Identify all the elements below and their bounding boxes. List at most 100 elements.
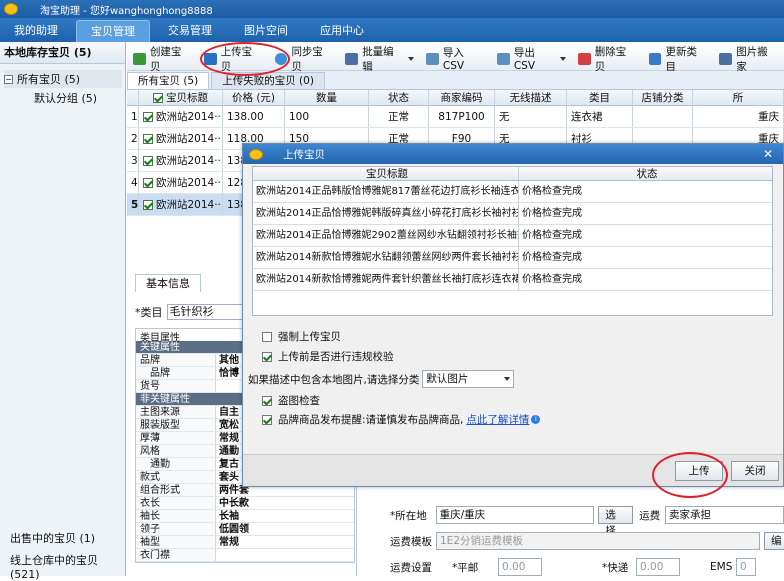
row-number: 5 xyxy=(127,194,139,215)
row-title-cell[interactable]: 欧洲站2014··· xyxy=(139,194,223,215)
table-row[interactable]: 1 欧洲站2014··· 138.00 100 正常 817P100 无 连衣裙… xyxy=(127,106,784,128)
nav-tab-trade[interactable]: 交易管理 xyxy=(154,20,226,42)
col-status: 状态 xyxy=(636,168,658,180)
theft-check-checkbox[interactable] xyxy=(262,395,272,406)
category-row: *类目 毛针织衫 xyxy=(135,304,247,320)
grid-header-location[interactable]: 所 xyxy=(693,90,784,105)
force-upload-checkbox[interactable] xyxy=(262,331,272,342)
grid-header-status[interactable]: 状态 xyxy=(369,90,429,105)
template-select[interactable]: 1E2分销运费模板 xyxy=(436,532,760,550)
warehouse-items-link[interactable]: 线上仓库中的宝贝 (521) xyxy=(10,552,125,581)
attr-row[interactable]: 衣门襟 xyxy=(136,549,354,562)
sold-items-link[interactable]: 出售中的宝贝 (1) xyxy=(10,530,95,546)
collapse-icon[interactable]: − xyxy=(4,74,13,84)
col-title: 宝贝标题 xyxy=(253,167,519,180)
row-checkbox[interactable] xyxy=(143,112,153,122)
grid-header-code[interactable]: 商家编码 xyxy=(429,90,495,105)
update-category-button[interactable]: 更新类目 xyxy=(643,46,714,73)
delete-icon xyxy=(577,52,591,65)
express-label: *快递 xyxy=(602,561,629,574)
nav-tab-item-manage[interactable]: 宝贝管理 xyxy=(76,20,150,42)
row-category[interactable]: 连衣裙 xyxy=(567,106,633,127)
list-item[interactable]: 欧洲站2014正品恰博雅妮韩版碎真丝小碎花打底衫长袖衬衫 价格检查完成 xyxy=(253,203,772,225)
info-icon[interactable]: i xyxy=(531,415,541,424)
row-title-cell[interactable]: 欧洲站2014··· xyxy=(139,150,223,171)
delete-item-button[interactable]: 删除宝贝 xyxy=(572,46,643,73)
tree-default-group[interactable]: 默认分组 (5) xyxy=(34,90,97,106)
brand-notice-option[interactable]: 品牌商品发布提醒:请谨慎发布品牌商品, 点此了解详情 i xyxy=(262,412,541,427)
attr-row[interactable]: 领子 低圆领 xyxy=(136,523,354,536)
import-csv-button[interactable]: 导入CSV xyxy=(420,47,491,72)
list-item[interactable]: 欧洲站2014正品恰博雅妮2902蕾丝网纱水钻翻领衬衫长袖打底衫 价格检查完成 xyxy=(253,225,772,247)
row-number: 4 xyxy=(127,172,139,193)
grid-header-qty[interactable]: 数量 xyxy=(285,90,369,105)
batch-edit-icon xyxy=(345,52,359,65)
row-title-cell[interactable]: 欧洲站2014··· xyxy=(139,128,223,149)
edit-template-button[interactable]: 编 xyxy=(764,532,784,550)
app-logo-icon xyxy=(249,148,263,160)
select-button[interactable]: 选择 xyxy=(598,506,634,537)
flat-mail-input[interactable]: 0.00 xyxy=(498,558,542,576)
brand-details-link[interactable]: 点此了解详情 xyxy=(466,412,529,427)
export-csv-button[interactable]: 导出CSV xyxy=(491,47,572,72)
row-status: 正常 xyxy=(369,106,429,127)
shipping-value[interactable]: 卖家承担 xyxy=(664,506,784,524)
nav-tab-apps[interactable]: 应用中心 xyxy=(306,20,378,42)
row-price[interactable]: 138.00 xyxy=(223,106,285,127)
list-item[interactable]: 欧洲站2014正品韩版恰博雅妮817蕾丝花边打底衫长袖连衣裙 价格检查完成 xyxy=(253,181,772,203)
row-title-cell[interactable]: 欧洲站2014··· xyxy=(139,172,223,193)
list-item[interactable]: 欧洲站2014新款恰博雅妮两件套针织蕾丝长袖打底衫连衣裙 价格检查完成 xyxy=(253,269,772,291)
image-move-button[interactable]: 图片搬家 xyxy=(713,46,784,73)
grid-header-price[interactable]: 价格 (元) xyxy=(223,90,285,105)
tree-all-items[interactable]: − 所有宝贝 (5) xyxy=(4,70,122,88)
grid-header-wireless[interactable]: 无线描述 xyxy=(495,90,567,105)
row-shopcat[interactable] xyxy=(633,106,693,127)
dialog-title-bar: 上传宝贝 xyxy=(243,144,783,164)
plus-icon xyxy=(133,52,146,65)
theft-check-option[interactable]: 盗图检查 xyxy=(262,393,320,408)
close-icon[interactable]: ✕ xyxy=(763,147,773,161)
chevron-down-icon[interactable] xyxy=(559,56,566,61)
row-checkbox[interactable] xyxy=(143,156,153,166)
local-image-select[interactable]: 默认图片 xyxy=(422,370,515,388)
row-number: 1 xyxy=(127,106,139,127)
attr-row[interactable]: 衣长 中长款 xyxy=(136,497,354,510)
row-checkbox[interactable] xyxy=(143,134,153,144)
dialog-title: 上传宝贝 xyxy=(283,148,325,161)
flat-mail-label: *平邮 xyxy=(452,561,479,574)
location-select[interactable]: 重庆/重庆 xyxy=(435,506,595,524)
brand-notice-checkbox[interactable] xyxy=(262,414,272,425)
batch-edit-button[interactable]: 批量编辑 xyxy=(339,46,420,73)
grid-header-category[interactable]: 类目 xyxy=(567,90,633,105)
ems-input[interactable]: 0 xyxy=(736,558,756,576)
category-input[interactable]: 毛针织衫 xyxy=(166,304,247,320)
grid-header-title[interactable]: 宝贝标题 xyxy=(139,90,223,105)
row-checkbox[interactable] xyxy=(143,178,153,188)
chevron-down-icon[interactable] xyxy=(407,56,414,61)
force-upload-option[interactable]: 强制上传宝贝 xyxy=(262,329,341,344)
local-image-option: 如果描述中包含本地图片,请选择分类 默认图片 xyxy=(248,370,515,388)
list-item[interactable]: 欧洲站2014新款恰博雅妮水钻翻领蕾丝网纱两件套长袖衬衫连衣裙价格检查完成 xyxy=(253,247,772,269)
app-logo-icon xyxy=(4,3,18,15)
row-location[interactable]: 重庆 xyxy=(693,106,784,127)
local-stock-header: 本地库存宝贝 (5) xyxy=(0,42,125,64)
violation-check-option[interactable]: 上传前是否进行违规校验 xyxy=(262,349,394,364)
attr-row[interactable]: 袖型 常规 xyxy=(136,536,354,549)
nav-tab-images[interactable]: 图片空间 xyxy=(230,20,302,42)
create-item-button[interactable]: 创建宝贝 xyxy=(127,46,198,73)
row-qty[interactable]: 100 xyxy=(285,106,369,127)
nav-tab-assistant[interactable]: 我的助理 xyxy=(0,20,72,42)
tab-all-items[interactable]: 所有宝贝 (5) xyxy=(127,72,210,89)
upload-dialog: 上传宝贝 ✕ 宝贝标题 状态 欧洲站2014正品韩版恰博雅妮817蕾丝花边打底衫… xyxy=(242,143,784,487)
attr-row[interactable]: 袖长 长袖 xyxy=(136,510,354,523)
tab-basic-info[interactable]: 基本信息 xyxy=(135,274,201,292)
select-all-checkbox[interactable] xyxy=(153,93,163,103)
grid-header-shopcat[interactable]: 店铺分类 xyxy=(633,90,693,105)
express-input[interactable]: 0.00 xyxy=(636,558,680,576)
annotation-circle-upload-toolbar xyxy=(200,42,290,76)
violation-check-checkbox[interactable] xyxy=(262,351,272,362)
row-title-cell[interactable]: 欧洲站2014··· xyxy=(139,106,223,127)
row-checkbox[interactable] xyxy=(143,200,153,210)
close-button[interactable]: 关闭 xyxy=(731,461,779,481)
row-code[interactable]: 817P100 xyxy=(429,106,495,127)
